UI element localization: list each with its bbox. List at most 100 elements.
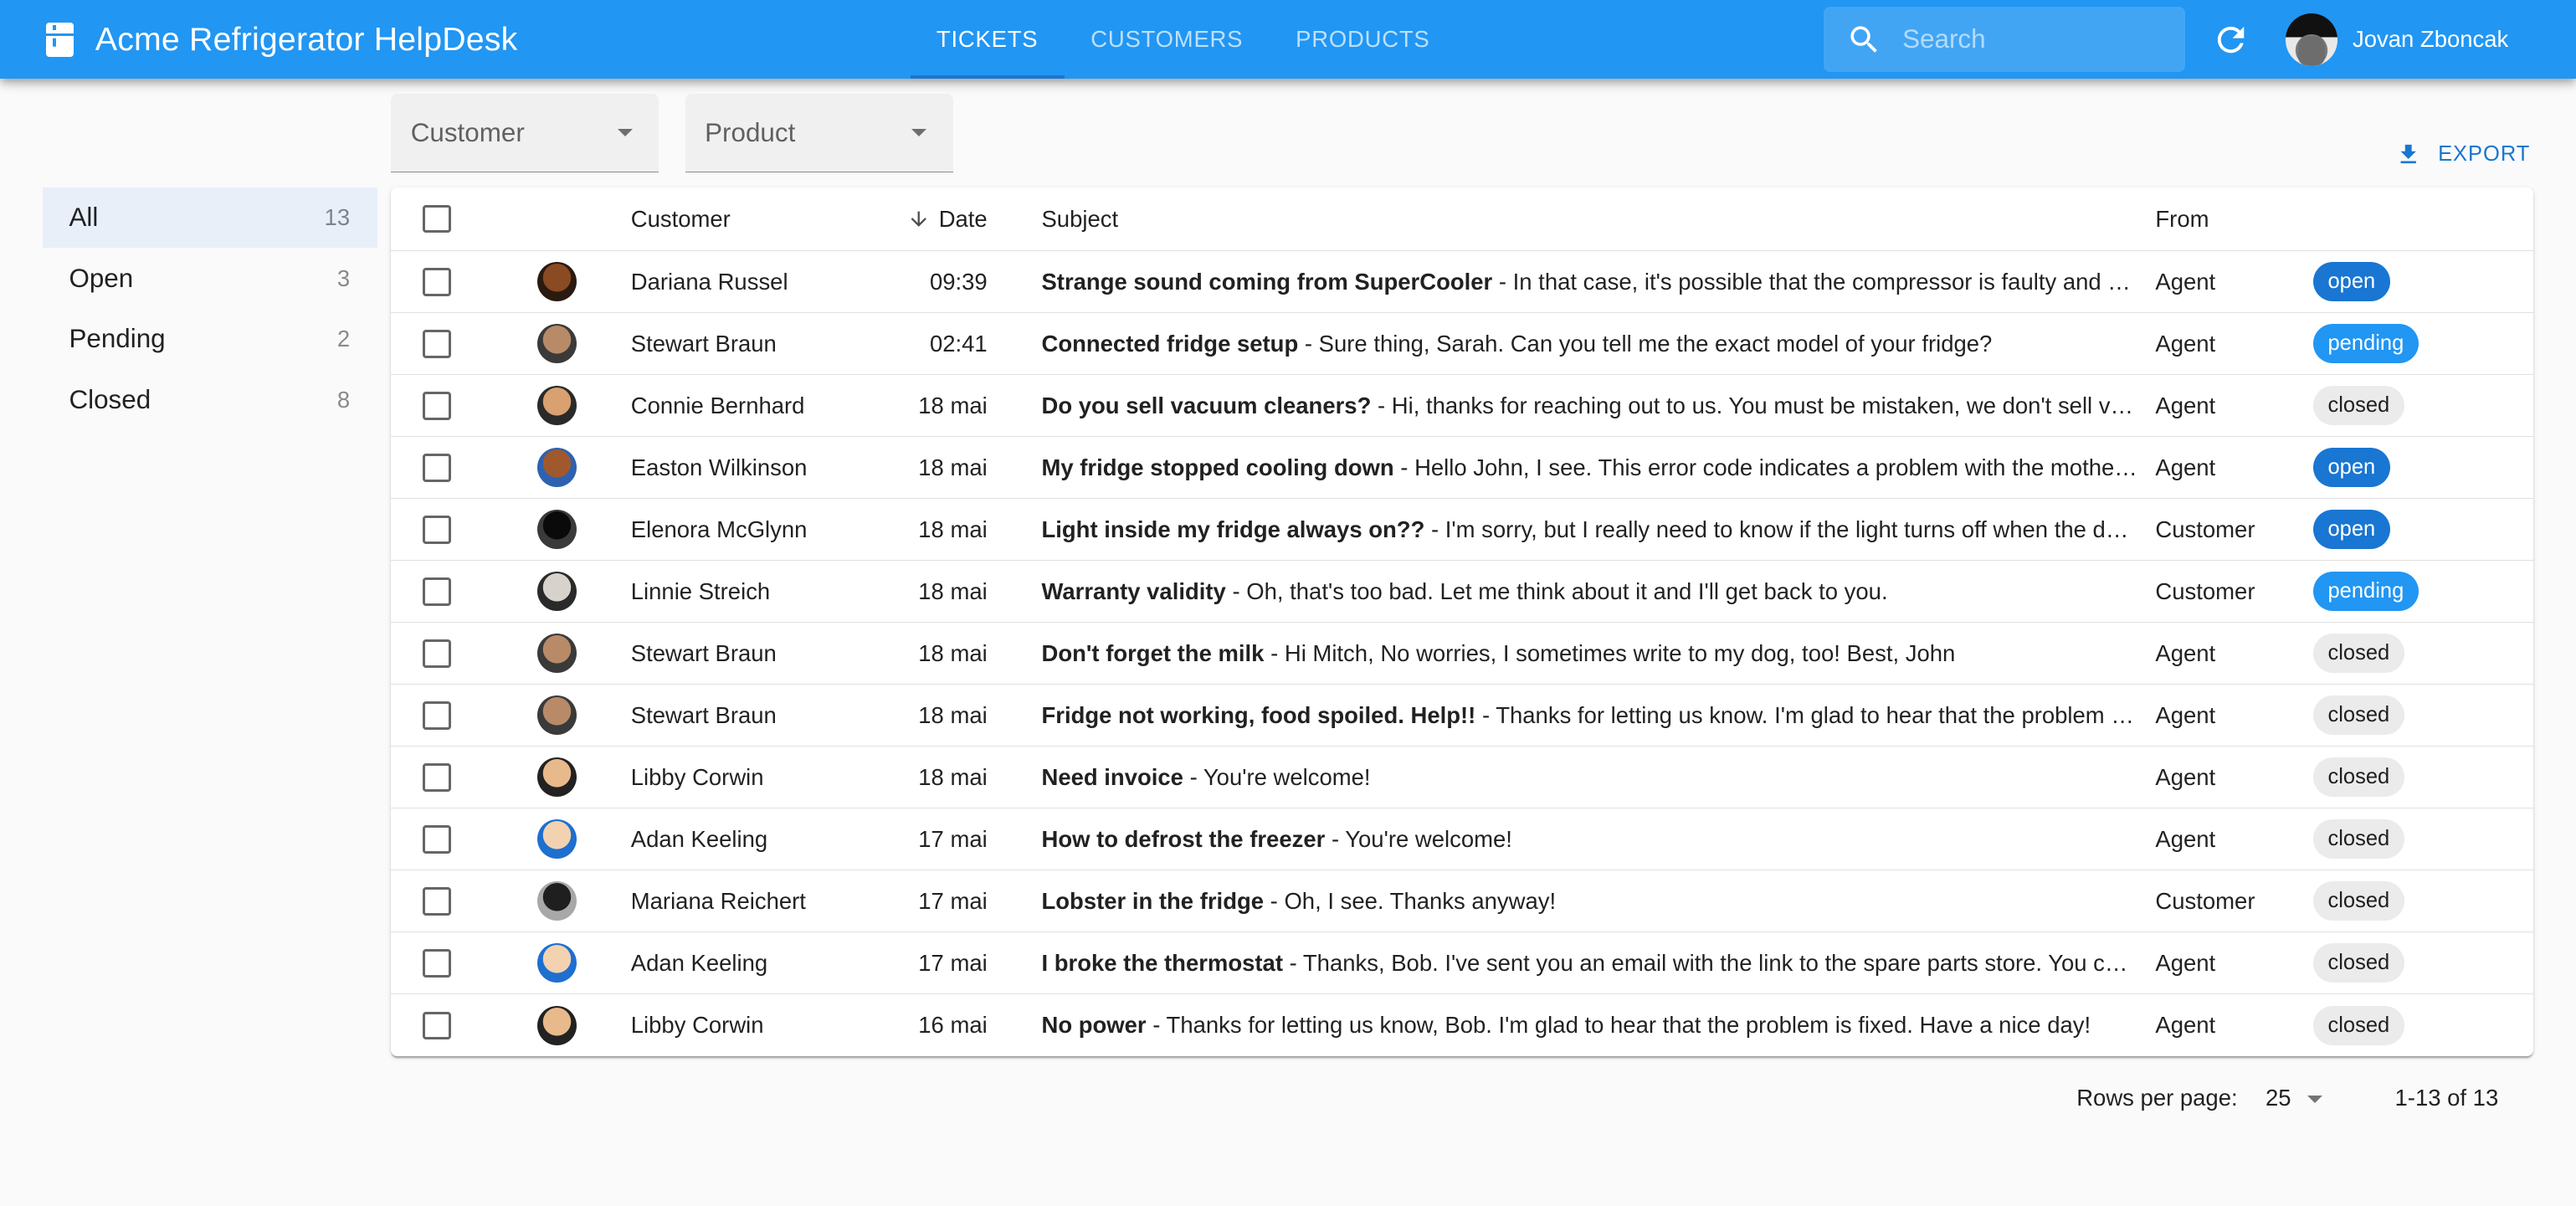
search-input[interactable] [1899, 23, 2169, 57]
rows-per-page-select[interactable]: 25 [2266, 1085, 2329, 1111]
tab-customers[interactable]: CUSTOMERS [1065, 0, 1270, 79]
avatar [536, 324, 577, 364]
row-checkbox[interactable] [423, 701, 451, 730]
table-row[interactable]: Adan Keeling 17 mai I broke the thermostat… [391, 932, 2533, 995]
ticket-subject: Warranty validity - Oh, that's too bad. … [988, 578, 2156, 605]
avatar [536, 634, 577, 674]
row-checkbox[interactable] [423, 454, 451, 482]
subject-title: Lobster in the fridge [1041, 887, 1265, 914]
message-from: Agent [2155, 825, 2216, 852]
table-header-row: Customer Date Subject From [391, 187, 2533, 252]
sidebar-item-closed[interactable]: Closed 8 [43, 370, 377, 431]
select-all-checkbox[interactable] [423, 204, 451, 234]
customer-name: Easton Wilkinson [630, 454, 808, 480]
column-header-customer[interactable]: Customer [631, 206, 854, 233]
subject-title: I broke the thermostat [1041, 949, 1283, 976]
pagination: Rows per page: 25 1-13 of 13 [2076, 1085, 2498, 1111]
refresh-icon[interactable] [2211, 20, 2250, 59]
avatar [536, 819, 577, 860]
status-badge: open [2312, 448, 2390, 488]
sidebar-item-pending[interactable]: Pending 2 [43, 309, 377, 370]
customer-filter-select[interactable]: Customer [391, 93, 659, 173]
arrow-down-icon [911, 211, 927, 227]
row-checkbox[interactable] [423, 268, 451, 296]
message-from: Agent [2155, 454, 2216, 480]
table-row[interactable]: Dariana Russel 09:39 Strange sound coming … [391, 251, 2533, 314]
subject-title: How to defrost the freezer [1041, 825, 1326, 852]
row-checkbox[interactable] [423, 825, 451, 854]
chevron-down-icon [2307, 1096, 2323, 1103]
ticket-subject: Do you sell vacuum cleaners? - Hi, thank… [988, 393, 2155, 419]
table-row[interactable]: Easton Wilkinson 18 mai My fridge stopped … [391, 437, 2533, 500]
customer-name: Stewart Braun [630, 639, 777, 666]
row-checkbox[interactable] [423, 330, 451, 358]
customer-name: Libby Corwin [630, 763, 764, 790]
row-checkbox[interactable] [423, 949, 451, 978]
row-checkbox[interactable] [423, 392, 451, 420]
ticket-subject: My fridge stopped cooling down - Hello J… [988, 454, 2155, 481]
subject-excerpt: - I'm sorry, but I really need to know i… [1424, 516, 2156, 542]
ticket-date: 18 mai [918, 454, 988, 480]
app-title: Acme Refrigerator HelpDesk [95, 20, 518, 58]
tickets-table: Customer Date Subject From Dariana Russe… [391, 187, 2533, 1057]
sidebar-item-count: 2 [336, 326, 351, 352]
table-row[interactable]: Linnie Streich 18 mai Warranty validity - … [391, 561, 2533, 624]
table-row[interactable]: Libby Corwin 18 mai Need invoice - You're … [391, 747, 2533, 809]
column-header-date[interactable]: Date [854, 206, 988, 233]
fridge-icon [45, 22, 74, 57]
row-checkbox[interactable] [423, 577, 451, 606]
subject-title: Need invoice [1041, 763, 1183, 790]
ticket-date: 18 mai [918, 701, 988, 728]
subject-title: Light inside my fridge always on?? [1041, 516, 1425, 542]
ticket-subject: Connected fridge setup - Sure thing, Sar… [988, 331, 2156, 357]
row-checkbox[interactable] [423, 763, 451, 792]
avatar [536, 881, 577, 921]
ticket-date: 02:41 [929, 330, 988, 357]
app-bar: Acme Refrigerator HelpDesk TICKETS CUSTO… [0, 0, 2576, 80]
table-row[interactable]: Stewart Braun 18 mai Don't forget the milk… [391, 623, 2533, 685]
table-row[interactable]: Connie Bernhard 18 mai Do you sell vacuum … [391, 375, 2533, 438]
user-avatar [2285, 13, 2338, 66]
user-menu[interactable]: Jovan Zboncak [2285, 10, 2508, 69]
table-row[interactable]: Stewart Braun 02:41 Connected fridge setup… [391, 313, 2533, 376]
table-row[interactable]: Adan Keeling 17 mai How to defrost the fre… [391, 808, 2533, 871]
subject-title: No power [1041, 1012, 1147, 1039]
ticket-subject: Don't forget the milk - Hi Mitch, No wor… [988, 640, 2156, 667]
message-from: Agent [2155, 639, 2216, 666]
column-header-date-label: Date [938, 205, 988, 232]
export-button[interactable]: EXPORT [2385, 138, 2540, 171]
customer-name: Connie Bernhard [630, 392, 805, 418]
customer-name: Dariana Russel [630, 268, 788, 295]
row-checkbox[interactable] [423, 887, 451, 916]
status-badge: closed [2312, 1005, 2404, 1045]
message-from: Customer [2155, 516, 2255, 542]
search-icon [1850, 25, 1878, 53]
subject-excerpt: - Hi Mitch, No worries, I sometimes writ… [1264, 639, 1956, 666]
row-checkbox[interactable] [423, 639, 451, 668]
product-filter-label: Product [705, 117, 796, 147]
row-checkbox[interactable] [423, 1011, 451, 1040]
table-row[interactable]: Mariana Reichert 17 mai Lobster in the fri… [391, 870, 2533, 933]
ticket-subject: Strange sound coming from SuperCooler - … [988, 269, 2155, 295]
ticket-date: 18 mai [918, 577, 988, 604]
column-header-from[interactable]: From [2155, 206, 2312, 233]
app-root: Acme Refrigerator HelpDesk TICKETS CUSTO… [0, 0, 2576, 1206]
sidebar-item-all[interactable]: All 13 [43, 187, 378, 249]
message-from: Customer [2155, 577, 2255, 604]
message-from: Agent [2155, 949, 2216, 976]
table-row[interactable]: Libby Corwin 16 mai No power - Thanks for … [391, 994, 2533, 1056]
rows-per-page-value: 25 [2265, 1084, 2291, 1111]
tab-products[interactable]: PRODUCTS [1270, 0, 1456, 79]
product-filter-select[interactable]: Product [685, 93, 953, 173]
subject-excerpt: - Oh, that's too bad. Let me think about… [1225, 577, 1888, 604]
ticket-subject: No power - Thanks for letting us know, B… [988, 1012, 2156, 1039]
table-row[interactable]: Elenora McGlynn 18 mai Light inside my fri… [391, 499, 2533, 562]
row-checkbox[interactable] [423, 516, 451, 544]
sidebar-item-open[interactable]: Open 3 [43, 248, 377, 309]
avatar [536, 1005, 577, 1045]
subject-title: Don't forget the milk [1041, 639, 1265, 666]
customer-name: Adan Keeling [630, 949, 768, 976]
table-row[interactable]: Stewart Braun 18 mai Fridge not working, f… [391, 685, 2533, 747]
tab-tickets[interactable]: TICKETS [910, 0, 1065, 80]
column-header-subject[interactable]: Subject [988, 206, 2156, 233]
